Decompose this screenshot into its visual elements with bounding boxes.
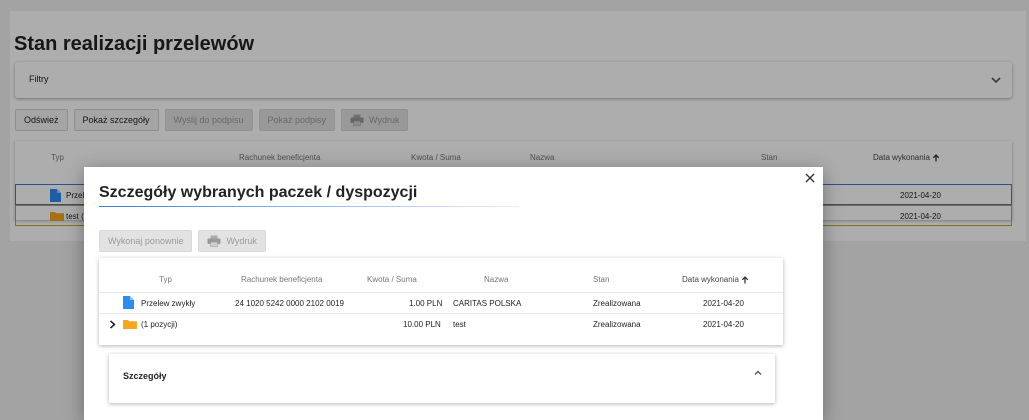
folder-icon — [123, 320, 137, 329]
header-name[interactable]: Nazwa — [484, 275, 508, 284]
details-dialog: Szczegóły wybranych paczek / dyspozycji … — [84, 167, 823, 420]
row-date: 2021-04-20 — [703, 299, 744, 308]
execute-again-button[interactable]: Wykonaj ponownie — [99, 230, 193, 252]
details-label: Szczegóły — [123, 371, 167, 381]
dialog-print-button[interactable]: Wydruk — [198, 230, 266, 252]
header-type[interactable]: Typ — [159, 275, 172, 284]
chevron-up-icon[interactable] — [753, 368, 763, 378]
printer-icon — [207, 235, 221, 247]
document-icon — [123, 296, 134, 309]
row-account: 24 1020 5242 0000 2102 0019 — [235, 299, 344, 308]
details-panel[interactable]: Szczegóły — [109, 354, 775, 403]
row-type: Przelew zwykły — [141, 299, 196, 308]
chevron-right-icon[interactable] — [109, 320, 116, 329]
table-row[interactable]: Przelew zwykły 24 1020 5242 0000 2102 00… — [99, 292, 783, 313]
row-status: Zrealizowana — [593, 299, 641, 308]
arrow-up-icon — [741, 275, 749, 284]
row-type: (1 pozycji) — [141, 320, 178, 329]
row-name: test — [453, 320, 466, 329]
title-underline — [99, 206, 519, 207]
dialog-table: Typ Rachunek beneficjenta Kwota / Suma N… — [99, 258, 783, 345]
row-status: Zrealizowana — [593, 320, 641, 329]
row-date: 2021-04-20 — [703, 320, 744, 329]
header-account[interactable]: Rachunek beneficjenta — [241, 275, 322, 284]
dialog-title: Szczegóły wybranych paczek / dyspozycji — [99, 184, 418, 201]
dialog-print-label: Wydruk — [226, 236, 257, 246]
header-status[interactable]: Stan — [593, 275, 609, 284]
dialog-toolbar: Wykonaj ponownie Wydruk — [99, 230, 266, 252]
header-date-label: Data wykonania — [682, 275, 739, 284]
header-amount[interactable]: Kwota / Suma — [367, 275, 417, 284]
row-amount: 10.00 PLN — [403, 320, 441, 329]
header-date[interactable]: Data wykonania — [682, 275, 749, 284]
table-row[interactable]: (1 pozycji) 10.00 PLN test Zrealizowana … — [99, 313, 783, 334]
close-icon[interactable] — [805, 173, 815, 183]
row-name: CARITAS POLSKA — [453, 299, 522, 308]
row-amount: 1.00 PLN — [409, 299, 443, 308]
